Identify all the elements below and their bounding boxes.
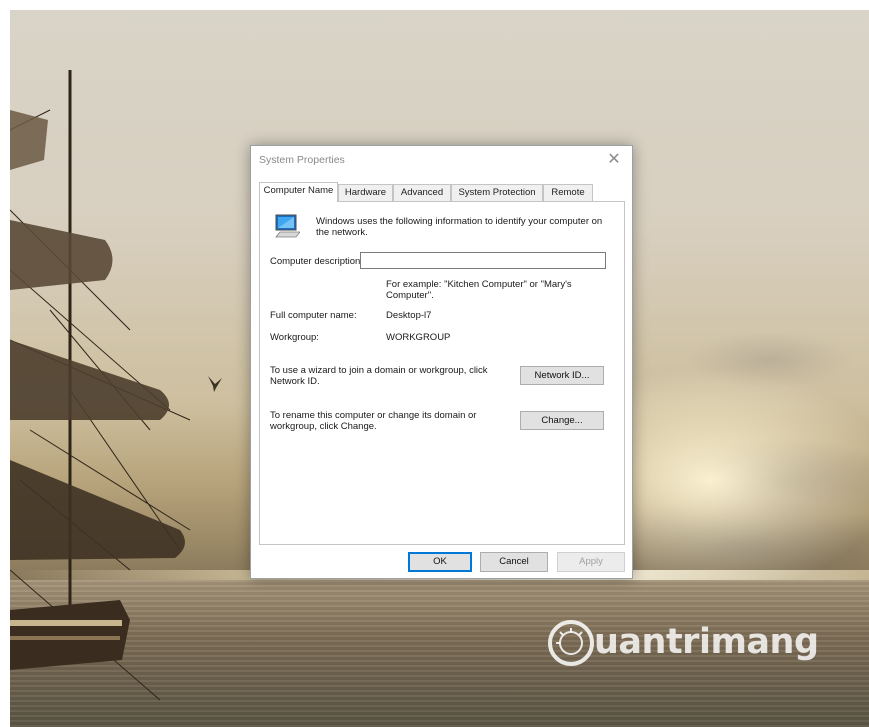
full-computer-name-label: Full computer name: xyxy=(270,310,357,321)
tab-computer-name[interactable]: Computer Name xyxy=(259,182,338,202)
full-computer-name-value: Desktop-l7 xyxy=(386,310,432,321)
tab-remote[interactable]: Remote xyxy=(543,184,593,201)
network-id-button[interactable]: Network ID... xyxy=(520,366,604,385)
intro-text: Windows uses the following information t… xyxy=(316,216,603,238)
watermark-text: uantrimang xyxy=(594,622,819,662)
change-button[interactable]: Change... xyxy=(520,411,604,430)
tab-hardware[interactable]: Hardware xyxy=(338,184,393,201)
quantrimang-logo xyxy=(548,620,594,666)
close-icon[interactable]: ✕ xyxy=(602,149,626,171)
computer-name-panel: Windows uses the following information t… xyxy=(259,201,625,545)
bird-silhouette xyxy=(208,376,222,392)
workgroup-value: WORKGROUP xyxy=(386,332,451,343)
apply-button[interactable]: Apply xyxy=(557,552,625,572)
computer-description-input[interactable] xyxy=(360,252,606,269)
computer-monitor-icon xyxy=(275,214,300,238)
system-properties-dialog[interactable]: System Properties ✕ Computer Name Hardwa… xyxy=(250,145,633,579)
network-id-description: To use a wizard to join a domain or work… xyxy=(270,365,488,387)
workgroup-label: Workgroup: xyxy=(270,332,319,343)
tab-system-protection[interactable]: System Protection xyxy=(451,184,543,201)
rename-description: To rename this computer or change its do… xyxy=(270,410,477,432)
title-bar[interactable]: System Properties ✕ xyxy=(251,146,632,176)
cancel-button[interactable]: Cancel xyxy=(480,552,548,572)
tab-advanced[interactable]: Advanced xyxy=(393,184,451,201)
ok-button[interactable]: OK xyxy=(408,552,472,572)
sailing-ship-image xyxy=(10,70,191,701)
quantrimang-watermark: uantrimang xyxy=(548,620,848,680)
example-hint-text: For example: "Kitchen Computer" or "Mary… xyxy=(386,279,572,301)
dialog-title: System Properties xyxy=(259,154,345,166)
computer-description-label: Computer description: xyxy=(270,256,363,267)
